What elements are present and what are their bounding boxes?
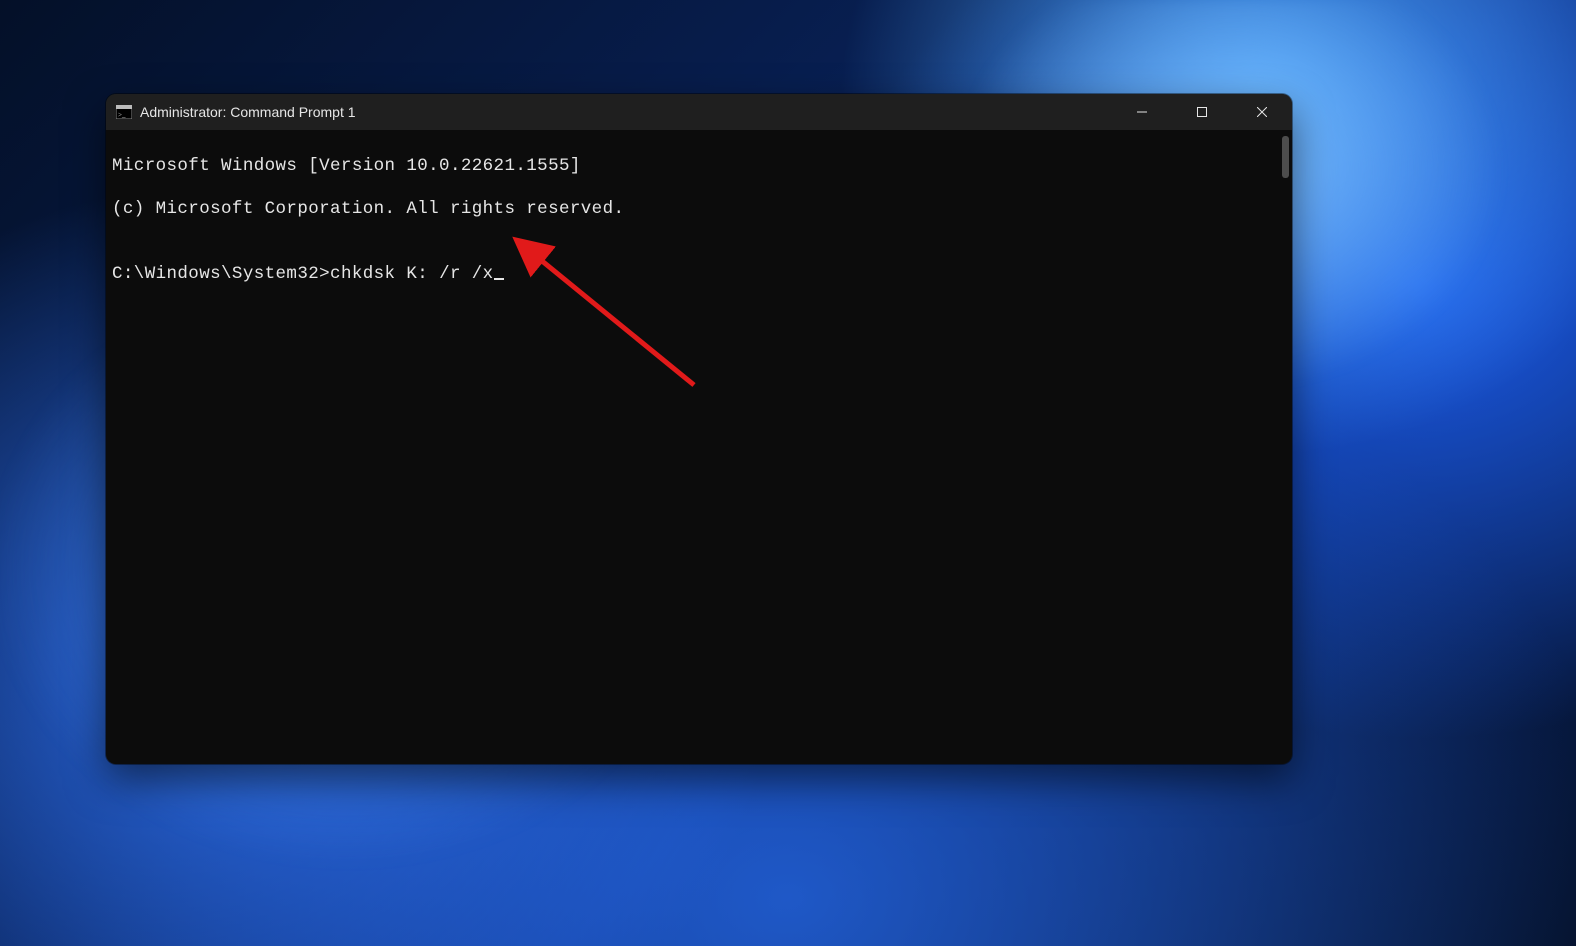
command-prompt-window: >_ Administrator: Command Prompt 1 — [106, 94, 1292, 764]
terminal-output[interactable]: Microsoft Windows [Version 10.0.22621.15… — [106, 130, 1292, 764]
scrollbar-thumb[interactable] — [1282, 136, 1289, 178]
prompt-line: C:\Windows\System32>chkdsk K: /r /x — [112, 264, 1286, 286]
titlebar[interactable]: >_ Administrator: Command Prompt 1 — [106, 94, 1292, 130]
cmd-icon: >_ — [116, 105, 132, 119]
close-button[interactable] — [1232, 94, 1292, 130]
cursor-icon — [494, 278, 504, 280]
version-line: Microsoft Windows [Version 10.0.22621.15… — [112, 156, 1286, 178]
close-icon — [1257, 107, 1267, 117]
maximize-icon — [1197, 107, 1207, 117]
minimize-button[interactable] — [1112, 94, 1172, 130]
command-input[interactable]: chkdsk K: /r /x — [330, 264, 494, 284]
prompt-path: C:\Windows\System32> — [112, 264, 330, 284]
window-controls — [1112, 94, 1292, 130]
window-title: Administrator: Command Prompt 1 — [140, 104, 356, 120]
minimize-icon — [1137, 107, 1147, 117]
maximize-button[interactable] — [1172, 94, 1232, 130]
copyright-line: (c) Microsoft Corporation. All rights re… — [112, 199, 1286, 221]
svg-text:>_: >_ — [118, 111, 126, 119]
